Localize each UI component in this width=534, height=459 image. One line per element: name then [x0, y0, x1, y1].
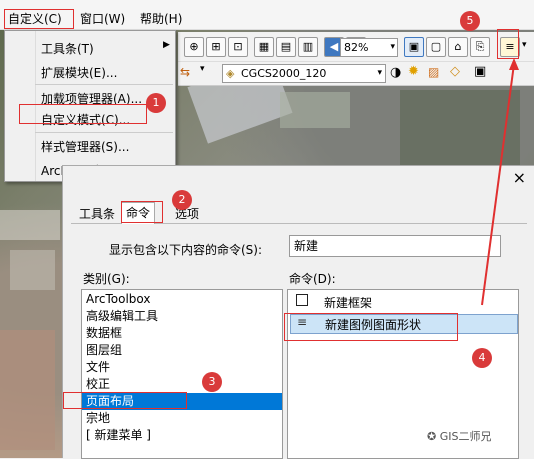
drag-arrow — [481, 58, 519, 306]
step-badge-3: 3 — [202, 372, 222, 392]
step-badge-1: 1 — [146, 93, 166, 113]
arrow-line — [481, 63, 515, 306]
arrow-head — [509, 58, 519, 70]
step-badge-5: 5 — [460, 11, 480, 31]
step-badge-4: 4 — [472, 348, 492, 368]
step-badge-2: 2 — [172, 190, 192, 210]
